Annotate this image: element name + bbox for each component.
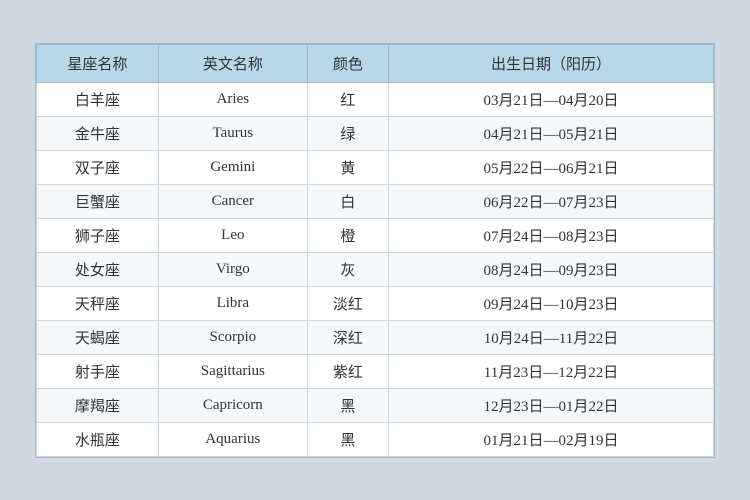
table-row: 射手座Sagittarius紫红11月23日—12月22日 (37, 354, 714, 388)
zodiac-table: 星座名称 英文名称 颜色 出生日期（阳历） 白羊座Aries红03月21日—04… (36, 44, 714, 457)
cell-color: 白 (307, 184, 388, 218)
cell-cn: 天蝎座 (37, 320, 159, 354)
cell-en: Capricorn (158, 388, 307, 422)
cell-color: 黄 (307, 150, 388, 184)
cell-date: 01月21日—02月19日 (389, 422, 714, 456)
cell-color: 黑 (307, 422, 388, 456)
cell-date: 11月23日—12月22日 (389, 354, 714, 388)
table-header-row: 星座名称 英文名称 颜色 出生日期（阳历） (37, 44, 714, 82)
header-en: 英文名称 (158, 44, 307, 82)
cell-date: 12月23日—01月22日 (389, 388, 714, 422)
table-row: 天蝎座Scorpio深红10月24日—11月22日 (37, 320, 714, 354)
cell-color: 灰 (307, 252, 388, 286)
cell-en: Gemini (158, 150, 307, 184)
cell-date: 10月24日—11月22日 (389, 320, 714, 354)
cell-cn: 白羊座 (37, 82, 159, 116)
cell-en: Aries (158, 82, 307, 116)
cell-color: 红 (307, 82, 388, 116)
cell-cn: 处女座 (37, 252, 159, 286)
cell-cn: 射手座 (37, 354, 159, 388)
cell-en: Cancer (158, 184, 307, 218)
cell-color: 橙 (307, 218, 388, 252)
table-row: 金牛座Taurus绿04月21日—05月21日 (37, 116, 714, 150)
table-body: 白羊座Aries红03月21日—04月20日金牛座Taurus绿04月21日—0… (37, 82, 714, 456)
cell-date: 03月21日—04月20日 (389, 82, 714, 116)
cell-date: 07月24日—08月23日 (389, 218, 714, 252)
cell-color: 深红 (307, 320, 388, 354)
cell-en: Virgo (158, 252, 307, 286)
cell-en: Sagittarius (158, 354, 307, 388)
cell-cn: 金牛座 (37, 116, 159, 150)
cell-en: Leo (158, 218, 307, 252)
cell-cn: 天秤座 (37, 286, 159, 320)
zodiac-table-container: 星座名称 英文名称 颜色 出生日期（阳历） 白羊座Aries红03月21日—04… (35, 43, 715, 458)
cell-color: 黑 (307, 388, 388, 422)
cell-date: 06月22日—07月23日 (389, 184, 714, 218)
cell-color: 紫红 (307, 354, 388, 388)
cell-date: 04月21日—05月21日 (389, 116, 714, 150)
table-row: 巨蟹座Cancer白06月22日—07月23日 (37, 184, 714, 218)
cell-cn: 巨蟹座 (37, 184, 159, 218)
cell-color: 淡红 (307, 286, 388, 320)
cell-en: Scorpio (158, 320, 307, 354)
table-row: 双子座Gemini黄05月22日—06月21日 (37, 150, 714, 184)
cell-en: Taurus (158, 116, 307, 150)
table-row: 天秤座Libra淡红09月24日—10月23日 (37, 286, 714, 320)
cell-cn: 摩羯座 (37, 388, 159, 422)
cell-date: 09月24日—10月23日 (389, 286, 714, 320)
cell-en: Aquarius (158, 422, 307, 456)
table-row: 狮子座Leo橙07月24日—08月23日 (37, 218, 714, 252)
header-date: 出生日期（阳历） (389, 44, 714, 82)
header-color: 颜色 (307, 44, 388, 82)
table-row: 白羊座Aries红03月21日—04月20日 (37, 82, 714, 116)
cell-cn: 水瓶座 (37, 422, 159, 456)
cell-cn: 狮子座 (37, 218, 159, 252)
cell-color: 绿 (307, 116, 388, 150)
cell-en: Libra (158, 286, 307, 320)
table-row: 处女座Virgo灰08月24日—09月23日 (37, 252, 714, 286)
header-cn: 星座名称 (37, 44, 159, 82)
table-row: 水瓶座Aquarius黑01月21日—02月19日 (37, 422, 714, 456)
table-row: 摩羯座Capricorn黑12月23日—01月22日 (37, 388, 714, 422)
cell-date: 05月22日—06月21日 (389, 150, 714, 184)
cell-cn: 双子座 (37, 150, 159, 184)
cell-date: 08月24日—09月23日 (389, 252, 714, 286)
